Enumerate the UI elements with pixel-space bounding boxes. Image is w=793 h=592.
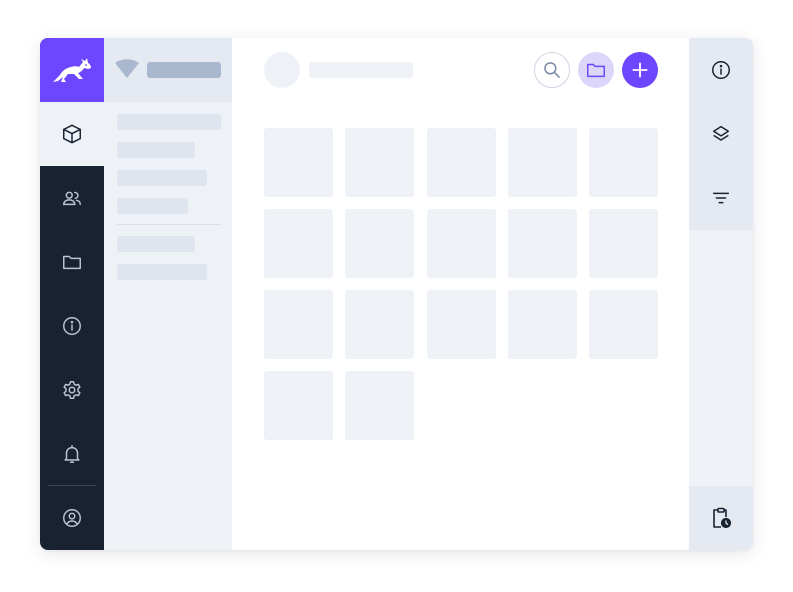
cube-icon [63,124,81,144]
grid-tile-placeholder[interactable] [589,128,658,197]
list-item-placeholder[interactable] [117,170,207,186]
panel-header [104,38,232,102]
filter-icon [712,192,730,204]
grid-tile-placeholder[interactable] [264,371,333,440]
brand-logo[interactable] [40,38,104,102]
nav-item-info[interactable] [40,294,104,358]
info-icon [63,317,81,335]
list-item-placeholder[interactable] [117,114,221,130]
wifi-icon [115,59,139,78]
list-item-placeholder[interactable] [117,198,188,214]
grid-tile-placeholder[interactable] [345,209,415,278]
grid-tile-placeholder[interactable] [507,209,577,278]
folder-icon [63,255,81,270]
history-button[interactable] [689,486,753,550]
grid-tile-placeholder[interactable] [264,209,333,278]
secondary-panel [104,38,232,550]
page-title-placeholder [309,62,413,78]
grid-tile-placeholder[interactable] [589,290,658,359]
nav-item-files[interactable] [40,230,104,294]
app-window [40,38,753,550]
info-icon [712,61,730,79]
grid-tile-placeholder[interactable] [426,128,496,197]
folder-icon [587,63,605,78]
users-icon [63,191,81,206]
folder-button[interactable] [578,52,614,88]
list-item-placeholder[interactable] [117,264,207,280]
grid-tile-placeholder[interactable] [589,209,658,278]
grid-tile-placeholder[interactable] [507,290,577,359]
layers-button[interactable] [689,102,753,166]
plus-icon [632,62,648,78]
details-button[interactable] [689,38,753,102]
grid-tile-placeholder[interactable] [507,128,577,197]
panel-title-placeholder [147,62,221,78]
user-circle-icon [63,509,81,527]
grid-tile-placeholder[interactable] [345,128,415,197]
rabbit-logo-icon [53,58,91,82]
search-icon [544,62,560,78]
grid-tile-placeholder[interactable] [426,290,496,359]
filter-button[interactable] [689,166,753,230]
avatar-placeholder [264,52,300,88]
list-item-placeholder[interactable] [117,236,195,252]
grid-tile-placeholder[interactable] [345,290,415,359]
right-tool-rail [689,38,753,550]
search-button[interactable] [534,52,570,88]
left-nav-rail [40,38,104,550]
gear-icon [63,381,81,399]
grid-tile-placeholder[interactable] [345,371,415,440]
main-content [232,38,689,550]
nav-item-users[interactable] [40,166,104,230]
nav-item-settings[interactable] [40,358,104,422]
add-button[interactable] [622,52,658,88]
tile-grid [264,128,658,440]
grid-tile-placeholder[interactable] [426,209,496,278]
bell-icon [64,445,80,463]
grid-tile-placeholder[interactable] [264,128,333,197]
clipboard-clock-icon [713,507,732,529]
layers-icon [712,125,730,141]
list-item-placeholder[interactable] [117,142,195,158]
nav-item-notifications[interactable] [40,422,104,486]
nav-item-profile[interactable] [40,486,104,550]
grid-tile-placeholder[interactable] [264,290,333,359]
nav-item-objects[interactable] [40,102,104,166]
panel-divider [117,224,221,225]
